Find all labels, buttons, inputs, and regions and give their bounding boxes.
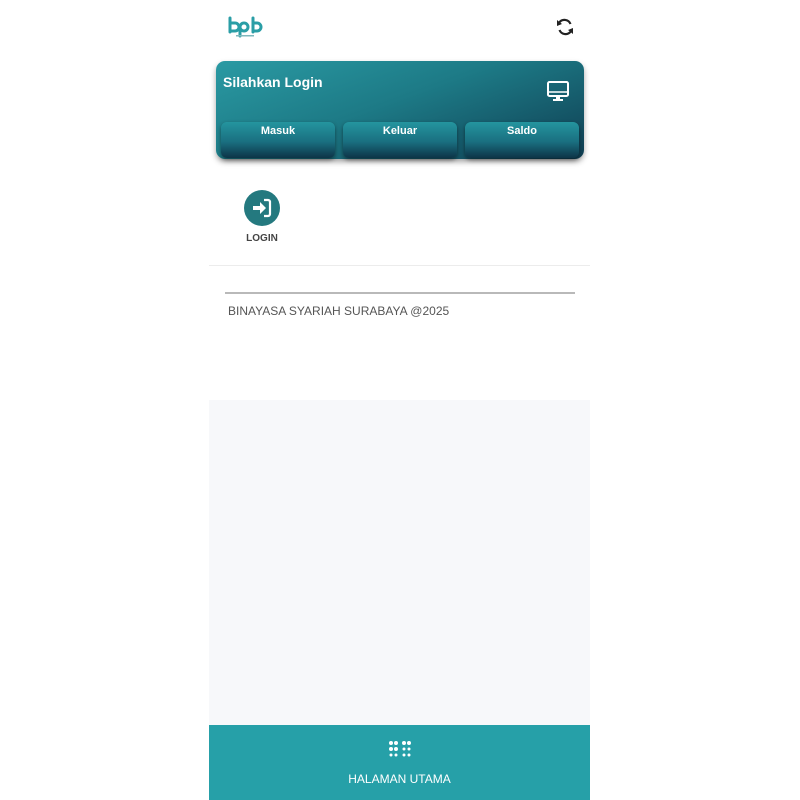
sign-in-icon: [253, 198, 272, 218]
grid-dots-icon: [389, 741, 411, 757]
app-screen: Silahkan Login Masuk Keluar Saldo LOGIN …: [209, 0, 590, 800]
keluar-button[interactable]: Keluar: [343, 122, 457, 158]
login-label: LOGIN: [246, 233, 278, 244]
card-title: Silahkan Login: [223, 74, 323, 90]
bpb-logo-icon: [228, 16, 263, 38]
saldo-button[interactable]: Saldo: [465, 122, 579, 158]
top-bar: [209, 0, 590, 56]
main-content: Silahkan Login Masuk Keluar Saldo LOGIN …: [209, 0, 590, 400]
footer-divider: [225, 292, 575, 294]
login-card: Silahkan Login Masuk Keluar Saldo: [216, 61, 584, 159]
copyright-text: BINAYASA SYARIAH SURABAYA @2025: [228, 304, 450, 318]
login-menu-item[interactable]: LOGIN: [237, 190, 287, 248]
section-divider: [209, 265, 590, 266]
bottom-nav-home[interactable]: HALAMAN UTAMA: [209, 725, 590, 800]
refresh-icon[interactable]: [555, 17, 575, 37]
login-icon-circle: [244, 190, 280, 226]
bottom-nav-label: HALAMAN UTAMA: [348, 772, 451, 786]
monitor-icon: [547, 81, 569, 101]
masuk-button[interactable]: Masuk: [221, 122, 335, 158]
